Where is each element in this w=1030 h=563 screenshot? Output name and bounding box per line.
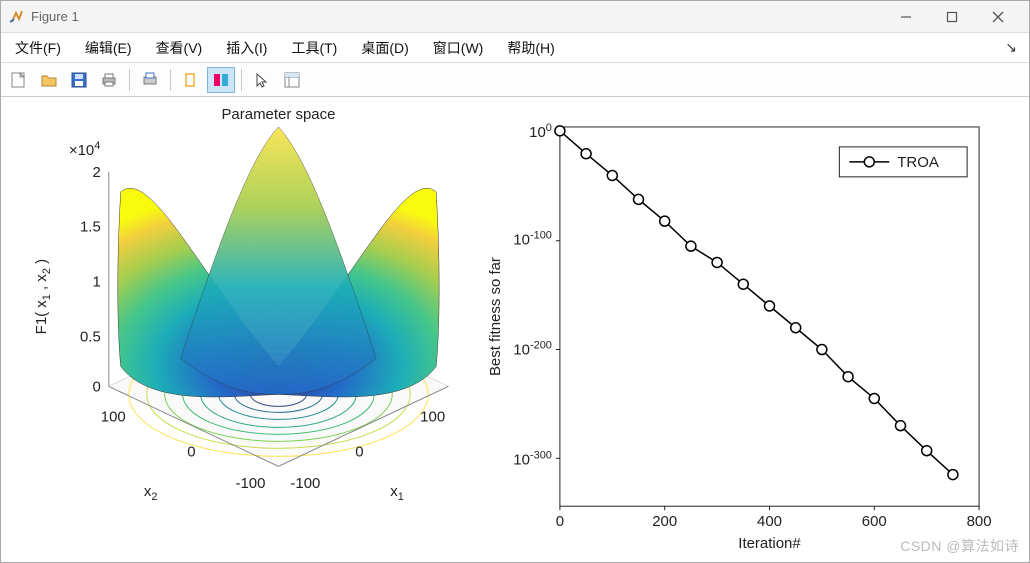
x2-label: x2 <box>144 483 158 503</box>
y-ticks: 100 10-100 10-200 10-300 <box>513 122 552 468</box>
svg-text:0: 0 <box>556 513 564 530</box>
window-title: Figure 1 <box>31 9 79 24</box>
figure-window: Figure 1 文件(F) 编辑(E) 查看(V) 插入(I) 工具(T) 桌… <box>0 0 1030 563</box>
svg-text:1: 1 <box>92 274 100 291</box>
svg-text:10-300: 10-300 <box>513 449 552 468</box>
svg-text:100: 100 <box>101 408 126 425</box>
svg-text:0: 0 <box>355 443 363 460</box>
menu-desktop[interactable]: 桌面(D) <box>351 34 418 62</box>
svg-text:0: 0 <box>92 378 100 395</box>
svg-text:10-100: 10-100 <box>513 230 552 249</box>
svg-text:-100: -100 <box>290 475 320 492</box>
svg-text:800: 800 <box>967 513 992 530</box>
new-figure-button[interactable] <box>5 67 33 93</box>
svg-text:-100: -100 <box>236 475 266 492</box>
xlabel-right: Iteration# <box>738 535 801 552</box>
x-tick-labels: 0 200 400 600 800 <box>556 513 992 530</box>
matlab-logo-icon <box>9 9 25 25</box>
menu-edit[interactable]: 编辑(E) <box>75 34 142 62</box>
toolbar-separator <box>129 69 130 91</box>
legend[interactable]: TROA <box>839 147 967 177</box>
axes-convergence[interactable]: 100 10-100 10-200 10-300 <box>487 122 992 552</box>
menu-view[interactable]: 查看(V) <box>146 34 213 62</box>
figure-content: Parameter space ×104 2 1.5 1 0.5 0 <box>1 97 1029 562</box>
svg-text:0: 0 <box>187 443 195 460</box>
toolbar-separator <box>241 69 242 91</box>
title-left: Parameter space <box>221 106 335 123</box>
z-label: F1( x1 , x2 ) <box>33 259 53 334</box>
svg-text:600: 600 <box>862 513 887 530</box>
z-exponent: ×104 <box>69 140 101 159</box>
save-button[interactable] <box>65 67 93 93</box>
panel-tool-button[interactable] <box>207 67 235 93</box>
close-button[interactable] <box>975 2 1021 32</box>
svg-text:0.5: 0.5 <box>80 329 101 346</box>
maximize-button[interactable] <box>929 2 975 32</box>
svg-text:400: 400 <box>757 513 782 530</box>
svg-text:100: 100 <box>529 122 552 141</box>
rectangle-tool-button[interactable] <box>177 67 205 93</box>
z-ticks: 2 1.5 1 0.5 0 <box>80 164 101 396</box>
plot-area: Parameter space ×104 2 1.5 1 0.5 0 <box>1 97 1029 562</box>
print-button[interactable] <box>95 67 123 93</box>
svg-text:1.5: 1.5 <box>80 219 101 236</box>
svg-text:2: 2 <box>92 164 100 181</box>
svg-text:100: 100 <box>420 408 445 425</box>
menu-help[interactable]: 帮助(H) <box>497 34 564 62</box>
print-preview-button[interactable] <box>136 67 164 93</box>
x-ticks <box>560 506 979 510</box>
axes-parameter-space[interactable]: Parameter space ×104 2 1.5 1 0.5 0 <box>33 106 448 503</box>
x1-label: x1 <box>390 483 404 503</box>
menu-bar: 文件(F) 编辑(E) 查看(V) 插入(I) 工具(T) 桌面(D) 窗口(W… <box>1 33 1029 63</box>
toolbar-separator <box>170 69 171 91</box>
open-button[interactable] <box>35 67 63 93</box>
minimize-button[interactable] <box>883 2 929 32</box>
menu-window[interactable]: 窗口(W) <box>423 34 494 62</box>
menu-file[interactable]: 文件(F) <box>5 34 71 62</box>
menu-tools[interactable]: 工具(T) <box>281 34 347 62</box>
ylabel-right: Best fitness so far <box>487 257 504 376</box>
pointer-tool-button[interactable] <box>248 67 276 93</box>
svg-text:200: 200 <box>652 513 677 530</box>
surface-cusp <box>181 127 377 394</box>
inspector-button[interactable] <box>278 67 306 93</box>
svg-text:10-200: 10-200 <box>513 340 552 359</box>
menu-insert[interactable]: 插入(I) <box>216 34 277 62</box>
legend-label: TROA <box>897 154 939 171</box>
titlebar[interactable]: Figure 1 <box>1 1 1029 33</box>
menu-dropdown-icon[interactable]: ↘ <box>1005 39 1025 56</box>
toolbar <box>1 63 1029 97</box>
